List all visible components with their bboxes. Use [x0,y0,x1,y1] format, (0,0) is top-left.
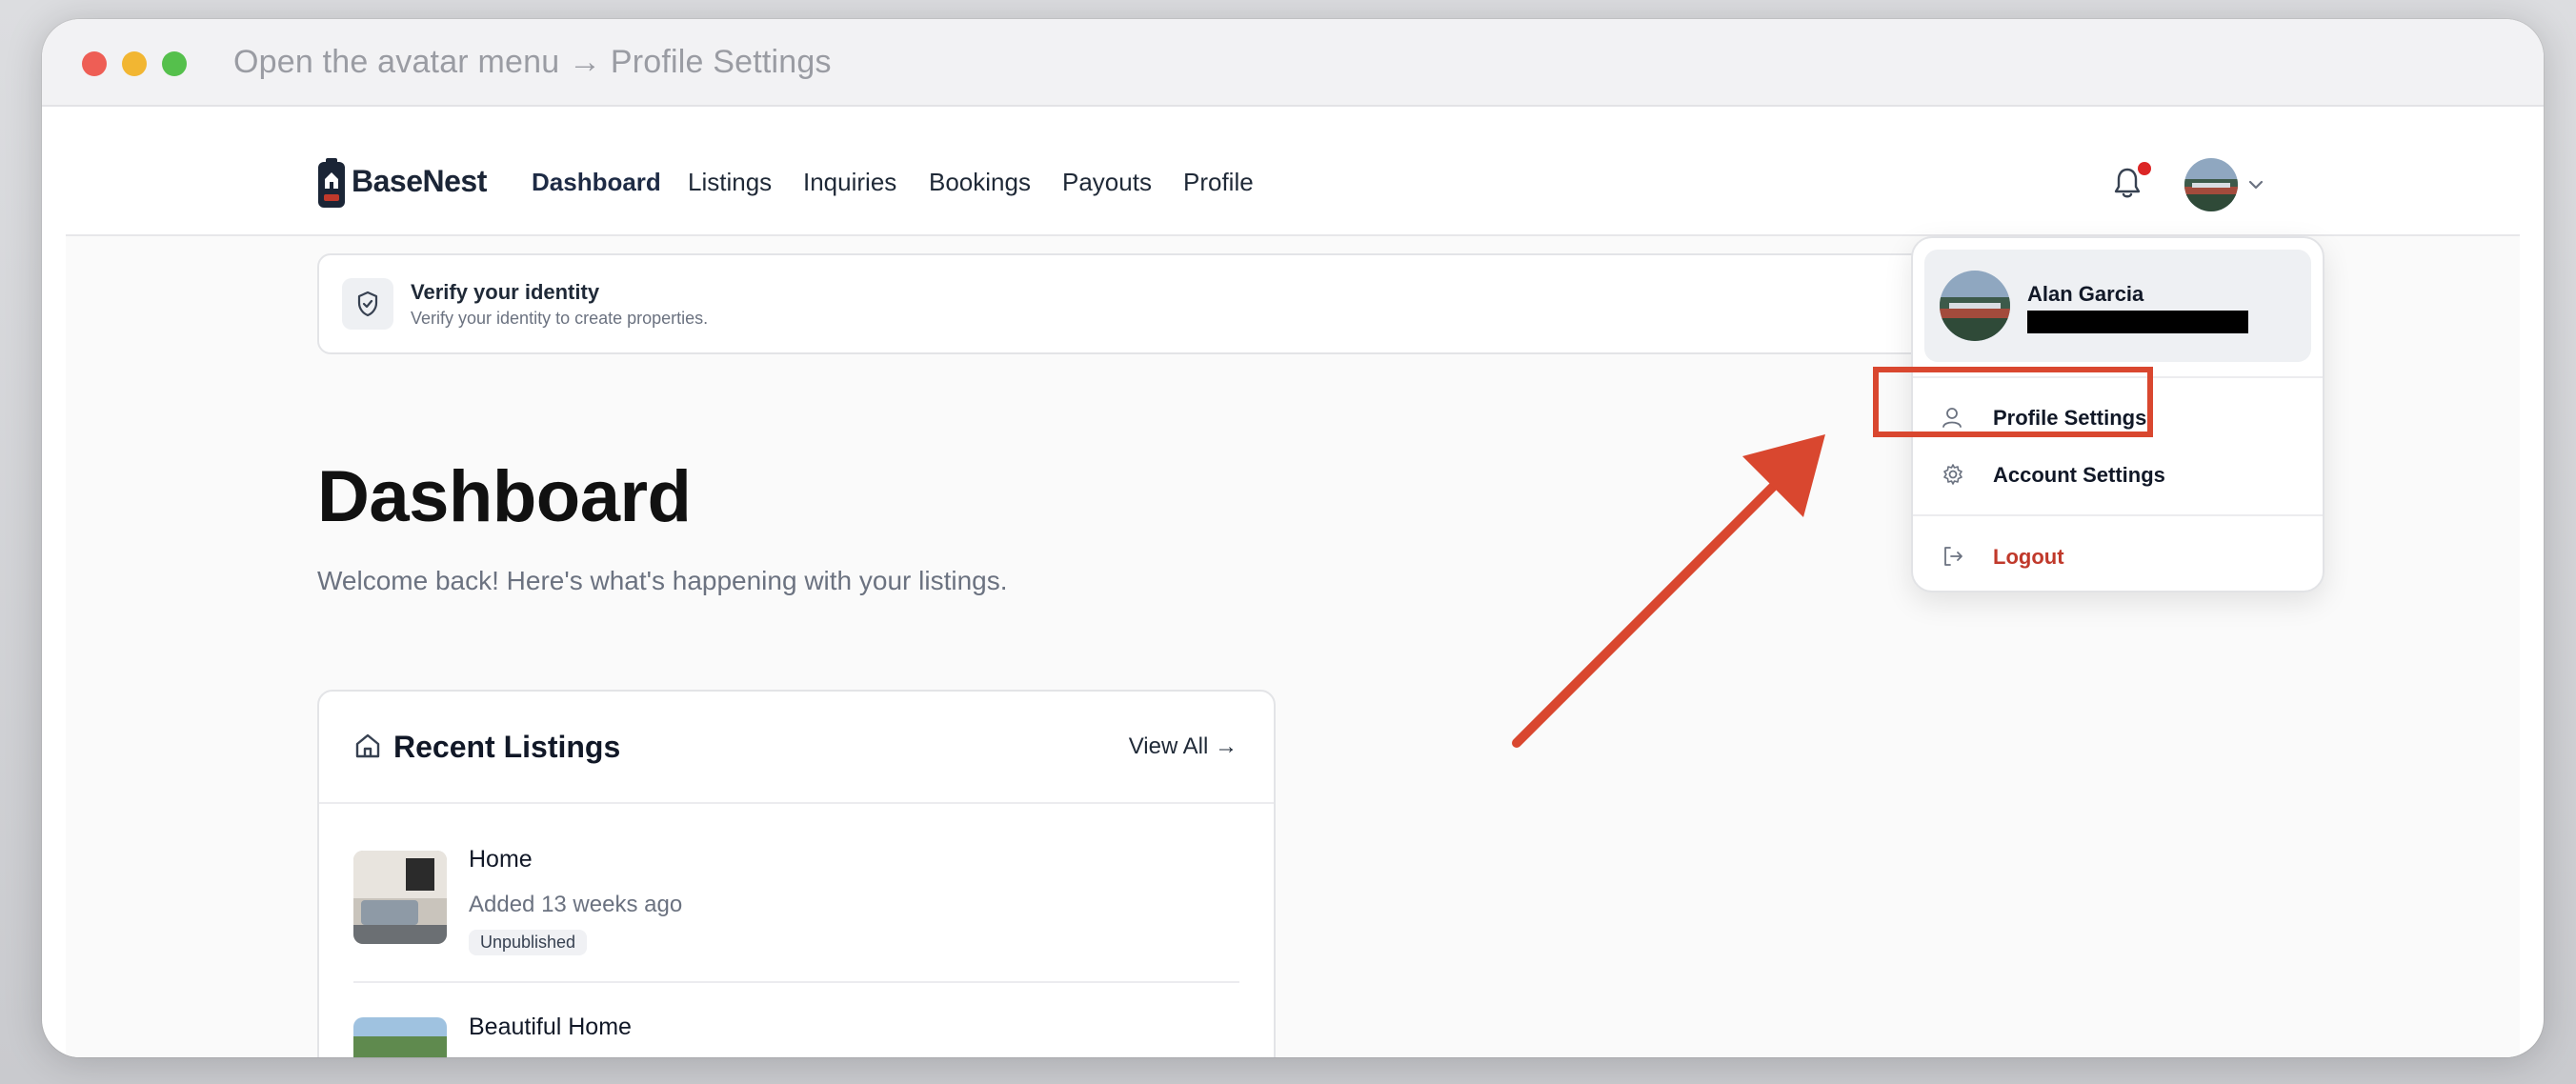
annotation-arrow-icon [1512,434,1825,748]
